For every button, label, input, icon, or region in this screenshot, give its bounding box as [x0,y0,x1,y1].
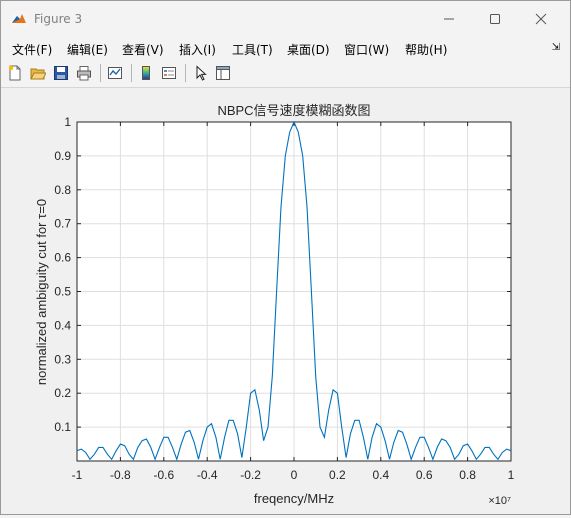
y-tick-label: 0.2 [54,386,71,400]
y-tick-label: 0.5 [54,285,71,299]
property-inspector-icon[interactable] [215,65,231,81]
edit-plot-arrow-icon[interactable] [193,65,209,81]
maximize-button[interactable] [473,5,517,33]
y-tick-labels: 0.1 0.2 0.3 0.4 0.5 0.6 0.7 0.8 0.9 1 [54,115,71,434]
y-tick-label: 0.4 [54,318,71,332]
insert-colorbar-icon[interactable] [138,65,154,81]
minimize-button[interactable] [427,5,471,33]
figure-canvas[interactable]: -1 -0.8 -0.6 -0.4 -0.2 0 0.2 0.4 0.6 0.8 1 0.1 0.2 0… [1,88,570,514]
chart-title: NBPC信号速度模糊函数图 [217,103,370,118]
save-icon[interactable] [53,65,69,81]
y-tick-label: 0.6 [54,251,71,265]
menu-desktop[interactable]: 桌面(D) [287,41,330,58]
menu-insert[interactable]: 插入(I) [179,41,216,58]
menu-tools[interactable]: 工具(T) [232,41,273,58]
y-tick-label: 1 [64,115,71,129]
y-tick-label: 0.8 [54,183,71,197]
x-tick-label: -0.2 [240,468,261,482]
menu-bar: 文件(F) 编辑(E) 查看(V) 插入(I) 工具(T) 桌面(D) 窗口(W… [1,37,570,59]
menu-help[interactable]: 帮助(H) [405,41,447,58]
y-tick-label: 0.1 [54,420,71,434]
toolbar-separator [131,64,132,82]
open-file-icon[interactable] [30,65,46,81]
y-tick-label: 0.9 [54,149,71,163]
x-exponent-label: ×10⁷ [488,495,511,507]
toolbar-separator [100,64,101,82]
minimize-icon [444,18,454,20]
maximize-icon [490,14,500,24]
x-tick-label: 0.2 [329,468,346,482]
insert-legend-icon[interactable] [161,65,177,81]
x-tick-labels: -1 -0.8 -0.6 -0.4 -0.2 0 0.2 0.4 0.6 0.8 1 [72,468,515,482]
menu-window[interactable]: 窗口(W) [344,41,389,58]
window-title: Figure 3 [34,12,83,26]
x-tick-label: -0.8 [110,468,131,482]
matlab-icon [11,11,27,27]
x-tick-label: -1 [72,468,83,482]
menu-edit[interactable]: 编辑(E) [67,41,108,58]
title-bar[interactable]: Figure 3 [1,1,570,37]
close-icon [535,13,547,25]
y-axis-label: normalized ambiguity cut for τ=0 [34,199,49,385]
x-tick-label: 0.4 [372,468,389,482]
menu-file[interactable]: 文件(F) [12,41,52,58]
toolbar [1,59,570,88]
close-button[interactable] [519,5,563,33]
x-tick-label: 0 [291,468,298,482]
x-tick-label: 0.6 [416,468,433,482]
toolbar-separator [185,64,186,82]
x-tick-label: 1 [508,468,515,482]
figure-window: Figure 3 文件(F) 编辑(E) 查看(V) 插入(I) 工具(T) 桌… [0,0,571,515]
y-tick-label: 0.3 [54,352,71,366]
menu-dock-arrow-icon[interactable]: ⇲ [552,42,560,53]
x-axis-label: freqency/MHz [254,491,334,506]
x-tick-label: -0.6 [153,468,174,482]
plot-svg[interactable]: -1 -0.8 -0.6 -0.4 -0.2 0 0.2 0.4 0.6 0.8 1 0.10.20… [1,88,570,514]
new-figure-icon[interactable] [7,65,23,81]
x-tick-label: 0.8 [459,468,476,482]
link-plot-icon[interactable] [107,65,123,81]
y-tick-label: 0.7 [54,217,71,231]
x-tick-label: -0.4 [197,468,218,482]
menu-view[interactable]: 查看(V) [122,41,164,58]
print-icon[interactable] [76,65,92,81]
